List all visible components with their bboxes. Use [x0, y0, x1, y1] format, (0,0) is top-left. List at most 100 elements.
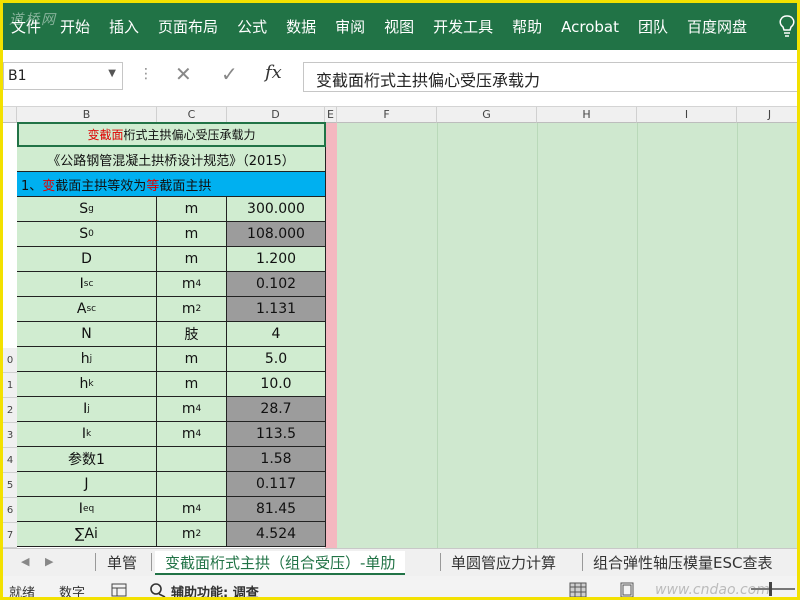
- value-cell[interactable]: 0.117: [227, 472, 326, 497]
- unit-cell[interactable]: m4: [157, 497, 227, 522]
- row-header[interactable]: 1: [3, 373, 17, 398]
- tab-variable-section-arch[interactable]: 变截面桁式主拱（组合受压）-单肋: [155, 551, 406, 575]
- symbol-cell[interactable]: N: [17, 322, 157, 347]
- chevron-down-icon[interactable]: ▼: [108, 68, 116, 79]
- symbol-cell[interactable]: J: [17, 472, 157, 497]
- column-header-d[interactable]: D: [227, 107, 325, 123]
- menu-baidu-netdisk[interactable]: 百度网盘: [687, 16, 747, 37]
- unit-cell[interactable]: m4: [157, 397, 227, 422]
- insert-function-button[interactable]: fx: [265, 62, 282, 83]
- zoom-slider[interactable]: [751, 588, 795, 590]
- menu-view[interactable]: 视图: [384, 16, 414, 37]
- symbol-cell[interactable]: Sg: [17, 197, 157, 222]
- page-layout-view-icon[interactable]: [619, 582, 635, 598]
- menu-home[interactable]: 开始: [60, 16, 90, 37]
- value-cell[interactable]: 4: [227, 322, 326, 347]
- row-header[interactable]: 5: [3, 473, 17, 498]
- column-header-e[interactable]: E: [325, 107, 337, 123]
- row-header[interactable]: 7: [3, 523, 17, 548]
- symbol-cell[interactable]: ∑Ai: [17, 522, 157, 547]
- lightbulb-icon[interactable]: [779, 15, 795, 37]
- unit-cell[interactable]: m: [157, 247, 227, 272]
- value-cell[interactable]: 1.131: [227, 297, 326, 322]
- unit-cell[interactable]: m: [157, 372, 227, 397]
- menu-help[interactable]: 帮助: [512, 16, 542, 37]
- row-header[interactable]: 3: [3, 423, 17, 448]
- unit-superscript: 4: [195, 279, 202, 289]
- value-cell[interactable]: 28.7: [227, 397, 326, 422]
- column-header-j[interactable]: J: [737, 107, 797, 123]
- column-header-h[interactable]: H: [537, 107, 637, 123]
- value-cell[interactable]: 300.000: [227, 197, 326, 222]
- empty-cells-area[interactable]: [337, 123, 797, 548]
- column-header-c[interactable]: C: [157, 107, 227, 123]
- unit-cell[interactable]: m2: [157, 297, 227, 322]
- menu-formulas[interactable]: 公式: [237, 16, 267, 37]
- value-cell[interactable]: 10.0: [227, 372, 326, 397]
- tab-scroll-right-icon[interactable]: ▶: [45, 555, 53, 568]
- row-header[interactable]: 4: [3, 448, 17, 473]
- value-cell[interactable]: 1.58: [227, 447, 326, 472]
- symbol-cell[interactable]: Ieq: [17, 497, 157, 522]
- tab-tube-stress[interactable]: 单圆管应力计算: [441, 551, 566, 575]
- menu-developer[interactable]: 开发工具: [433, 16, 493, 37]
- symbol-cell[interactable]: D: [17, 247, 157, 272]
- unit-cell[interactable]: [157, 472, 227, 497]
- symbol-cell[interactable]: S0: [17, 222, 157, 247]
- unit-cell[interactable]: m2: [157, 522, 227, 547]
- column-header-f[interactable]: F: [337, 107, 437, 123]
- symbol-cell[interactable]: Asc: [17, 297, 157, 322]
- value-cell[interactable]: 81.45: [227, 497, 326, 522]
- section-header-cell[interactable]: 1、变截面主拱等效为等截面主拱: [17, 172, 326, 197]
- unit-cell[interactable]: m4: [157, 272, 227, 297]
- unit-cell[interactable]: [157, 447, 227, 472]
- name-box[interactable]: B1 ▼: [3, 62, 123, 90]
- cancel-icon[interactable]: ✕: [175, 62, 192, 86]
- formula-input[interactable]: 变截面桁式主拱偏心受压承载力: [303, 62, 797, 92]
- tab-single-tube[interactable]: 单管: [97, 551, 147, 575]
- menu-page-layout[interactable]: 页面布局: [158, 16, 218, 37]
- unit-cell[interactable]: m: [157, 347, 227, 372]
- value-cell[interactable]: 113.5: [227, 422, 326, 447]
- row-header[interactable]: 0: [3, 348, 17, 373]
- unit-cell[interactable]: m: [157, 222, 227, 247]
- normal-view-icon[interactable]: [569, 582, 587, 598]
- unit-cell[interactable]: m: [157, 197, 227, 222]
- sheet-title-cell[interactable]: 变截面 桁式主拱偏心受压承载力: [17, 122, 326, 147]
- symbol-cell[interactable]: hj: [17, 347, 157, 372]
- menu-data[interactable]: 数据: [286, 16, 316, 37]
- menu-acrobat[interactable]: Acrobat: [561, 18, 619, 36]
- symbol-cell[interactable]: Ik: [17, 422, 157, 447]
- status-accessibility[interactable]: 辅助功能: 调查: [171, 582, 259, 597]
- zoom-slider-thumb[interactable]: [769, 582, 772, 596]
- unit-cell[interactable]: m4: [157, 422, 227, 447]
- symbol-cell[interactable]: Ij: [17, 397, 157, 422]
- column-e-fill[interactable]: [325, 123, 337, 548]
- code-reference-cell[interactable]: 《公路钢管混凝土拱桥设计规范》（2015）: [17, 147, 326, 172]
- value-cell[interactable]: 5.0: [227, 347, 326, 372]
- menu-team[interactable]: 团队: [638, 16, 668, 37]
- value-cell[interactable]: 4.524: [227, 522, 326, 547]
- symbol-cell[interactable]: Isc: [17, 272, 157, 297]
- menu-review[interactable]: 审阅: [335, 16, 365, 37]
- value-cell[interactable]: 0.102: [227, 272, 326, 297]
- accessibility-icon[interactable]: [149, 582, 167, 598]
- symbol-cell[interactable]: hk: [17, 372, 157, 397]
- select-all-corner[interactable]: [3, 107, 17, 123]
- unit-cell[interactable]: 肢: [157, 322, 227, 347]
- tab-esc-lookup[interactable]: 组合弹性轴压模量ESC查表: [583, 551, 782, 575]
- macro-record-icon[interactable]: [111, 582, 127, 598]
- row-header[interactable]: 2: [3, 398, 17, 423]
- row-header[interactable]: 6: [3, 498, 17, 523]
- column-header-g[interactable]: G: [437, 107, 537, 123]
- drag-handle-icon[interactable]: ⋮: [139, 66, 153, 82]
- confirm-icon[interactable]: ✓: [221, 62, 238, 86]
- column-header-i[interactable]: I: [637, 107, 737, 123]
- value-cell[interactable]: 1.200: [227, 247, 326, 272]
- value-cell[interactable]: 108.000: [227, 222, 326, 247]
- column-header-b[interactable]: B: [17, 107, 157, 123]
- menu-insert[interactable]: 插入: [109, 16, 139, 37]
- unit-text: m: [184, 226, 199, 242]
- symbol-cell[interactable]: 参数1: [17, 447, 157, 472]
- tab-scroll-left-icon[interactable]: ◀: [21, 555, 29, 568]
